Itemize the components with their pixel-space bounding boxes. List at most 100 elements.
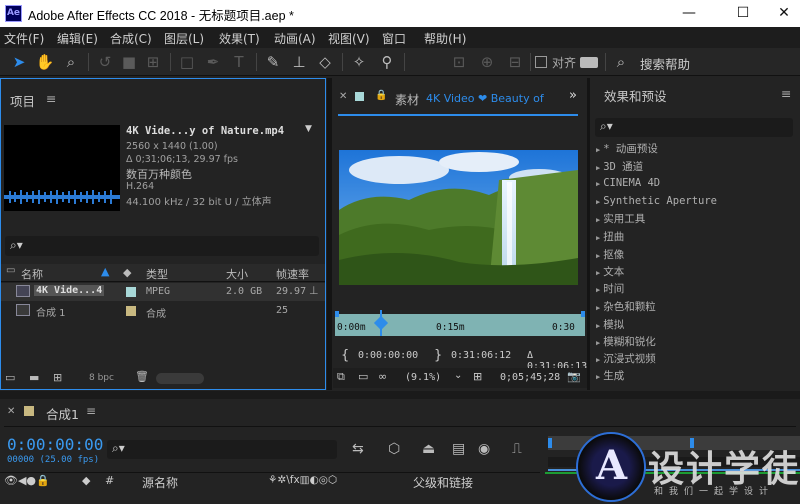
graph-editor-icon[interactable]: ⎍ xyxy=(512,441,522,457)
menu-help[interactable]: 帮助(H) xyxy=(424,30,466,47)
shy-layers-icon[interactable]: ⏏ xyxy=(422,441,435,457)
project-panel-title[interactable]: 项目 xyxy=(10,91,35,110)
always-preview-icon[interactable]: ⧉ xyxy=(337,370,345,384)
maximize-button[interactable]: ☐ xyxy=(721,0,765,27)
effect-category[interactable]: ▶ 模糊和锐化 xyxy=(596,334,656,349)
panel-divider[interactable] xyxy=(327,78,332,390)
timeline-tab[interactable]: 合成1 xyxy=(46,404,79,423)
navigator-start[interactable] xyxy=(548,438,552,448)
column-name[interactable]: 名称 xyxy=(21,266,43,282)
effect-category[interactable]: ▶ 沉浸式视频 xyxy=(596,351,656,366)
puppet-pin-icon[interactable]: ⚲ xyxy=(376,51,398,73)
rectangle-tool-icon[interactable]: □ xyxy=(176,51,198,73)
project-row[interactable]: 合成 1 合成 25 xyxy=(1,302,325,320)
effect-category[interactable]: ▶ 模拟 xyxy=(596,317,624,332)
label-column-icon[interactable]: ▭ xyxy=(6,265,15,276)
close-button[interactable]: ✕ xyxy=(762,0,800,27)
work-area-end[interactable] xyxy=(581,311,585,317)
search-help-field[interactable]: 搜索帮助 xyxy=(640,54,690,73)
snap-options-icon[interactable] xyxy=(580,57,598,68)
pen-tool-icon[interactable]: ✒ xyxy=(202,51,224,73)
flowchart-icon[interactable]: ⊥ xyxy=(309,284,319,297)
out-point-time[interactable]: 0:31:06:12 xyxy=(451,350,511,361)
current-timecode[interactable]: 0;05;45;28 xyxy=(500,372,560,383)
effect-category[interactable]: ▶ 文本 xyxy=(596,264,624,279)
close-tab-icon[interactable]: ✕ xyxy=(7,406,15,417)
panel-divider[interactable] xyxy=(587,78,590,390)
set-out-point-icon[interactable]: } xyxy=(434,348,442,363)
interpret-footage-icon[interactable]: ▭ xyxy=(5,371,15,384)
effect-category[interactable]: ▶ Synthetic Aperture xyxy=(596,195,717,207)
snapshot-camera-icon[interactable]: 📷 xyxy=(567,370,581,383)
work-area-start[interactable] xyxy=(335,311,339,317)
viewer-tab-label[interactable]: 素材 xyxy=(395,91,419,108)
project-search-input[interactable]: ⌕▾ xyxy=(5,236,319,256)
magnification-select[interactable]: (9.1%) xyxy=(405,372,441,383)
local-axis-icon[interactable]: ⊡ xyxy=(448,51,470,73)
project-row[interactable]: 4K Vide...4 MPEG 2.0 GB 29.97 ⊥ xyxy=(1,283,325,301)
viewer-tab-name[interactable]: 4K Video ❤ Beauty of xyxy=(426,92,544,105)
time-ruler[interactable]: 0:00m 0:15m 0:30 xyxy=(335,310,585,336)
clone-stamp-icon[interactable]: ⊥ xyxy=(288,51,310,73)
trash-icon[interactable]: 🗑 xyxy=(135,370,149,383)
menu-window[interactable]: 窗口 xyxy=(382,30,406,47)
rotate-tool-icon[interactable]: ↺ xyxy=(94,51,116,73)
menu-file[interactable]: 文件(F) xyxy=(4,30,44,47)
new-composition-icon[interactable]: ⊞ xyxy=(53,371,62,384)
label-color-swatch[interactable] xyxy=(126,306,136,316)
column-type[interactable]: 类型 xyxy=(146,266,168,282)
text-tool-icon[interactable]: T xyxy=(228,51,250,73)
effect-category[interactable]: ▶ 实用工具 xyxy=(596,211,645,226)
column-fps[interactable]: 帧速率 xyxy=(276,266,309,282)
menu-effect[interactable]: 效果(T) xyxy=(219,30,260,47)
vr-goggles-icon[interactable]: ∞ xyxy=(378,370,387,383)
tag-column-icon[interactable]: ◆ xyxy=(123,266,131,279)
effects-panel-title[interactable]: 效果和预设 xyxy=(604,86,667,105)
label-color-swatch[interactable] xyxy=(126,287,136,297)
lock-icon[interactable]: 🔒 xyxy=(375,90,387,101)
camera-tool-icon[interactable]: ■ xyxy=(118,51,140,73)
chevron-down-icon[interactable]: ⌄ xyxy=(454,370,462,381)
footage-dropdown-icon[interactable]: ▼ xyxy=(305,124,312,134)
minimize-button[interactable]: — xyxy=(667,0,711,27)
in-point-time[interactable]: 0:00:00:00 xyxy=(358,350,418,361)
menu-composition[interactable]: 合成(C) xyxy=(110,30,152,47)
effect-category[interactable]: ▶ 3D 通道 xyxy=(596,159,643,174)
menu-edit[interactable]: 编辑(E) xyxy=(57,30,98,47)
motion-blur-icon[interactable]: ◉ xyxy=(478,441,490,457)
search-help-icon[interactable]: ⌕ xyxy=(610,51,632,73)
panel-menu-icon[interactable]: ≡ xyxy=(781,86,791,101)
set-in-point-icon[interactable]: { xyxy=(341,348,349,363)
playhead-handle[interactable] xyxy=(373,315,389,331)
menu-layer[interactable]: 图层(L) xyxy=(164,30,204,47)
view-axis-icon[interactable]: ⊟ xyxy=(504,51,526,73)
panel-overflow-icon[interactable]: » xyxy=(569,88,577,103)
close-tab-icon[interactable]: ✕ xyxy=(339,91,347,102)
column-parent-link[interactable]: 父级和链接 xyxy=(413,474,473,491)
column-source-name[interactable]: 源名称 xyxy=(142,474,178,491)
world-axis-icon[interactable]: ⊕ xyxy=(476,51,498,73)
bpc-label[interactable]: 8 bpc xyxy=(89,373,114,383)
panel-menu-icon[interactable]: ≡ xyxy=(86,404,96,418)
effect-category[interactable]: ▶ 生成 xyxy=(596,368,624,383)
effect-category[interactable]: ▶ 杂色和颗粒 xyxy=(596,299,656,314)
monitor-icon[interactable]: ▭ xyxy=(358,370,368,383)
grid-guides-icon[interactable]: ⊞ xyxy=(473,370,482,383)
snap-checkbox[interactable] xyxy=(535,56,547,68)
pan-behind-tool-icon[interactable]: ⊞ xyxy=(142,51,164,73)
frame-blending-icon[interactable]: ▤ xyxy=(452,441,465,457)
effect-category[interactable]: ▶ 时间 xyxy=(596,281,624,296)
sort-asc-icon[interactable]: ▲ xyxy=(101,265,109,278)
column-size[interactable]: 大小 xyxy=(226,266,248,282)
comp-flowchart-icon[interactable]: ⇆ xyxy=(352,441,364,457)
roto-brush-icon[interactable]: ✧ xyxy=(348,51,370,73)
eraser-icon[interactable]: ◇ xyxy=(314,51,336,73)
effect-category[interactable]: ▶ CINEMA 4D xyxy=(596,177,660,189)
effect-category[interactable]: ▶ * 动画预设 xyxy=(596,141,658,156)
horizontal-scrollbar[interactable] xyxy=(156,373,204,384)
selection-tool-icon[interactable]: ➤ xyxy=(8,51,30,73)
label-column-icon[interactable]: ◆ xyxy=(82,474,90,487)
brush-tool-icon[interactable]: ✎ xyxy=(262,51,284,73)
effect-category[interactable]: ▶ 扭曲 xyxy=(596,229,624,244)
zoom-tool-icon[interactable]: ⌕ xyxy=(60,51,82,73)
